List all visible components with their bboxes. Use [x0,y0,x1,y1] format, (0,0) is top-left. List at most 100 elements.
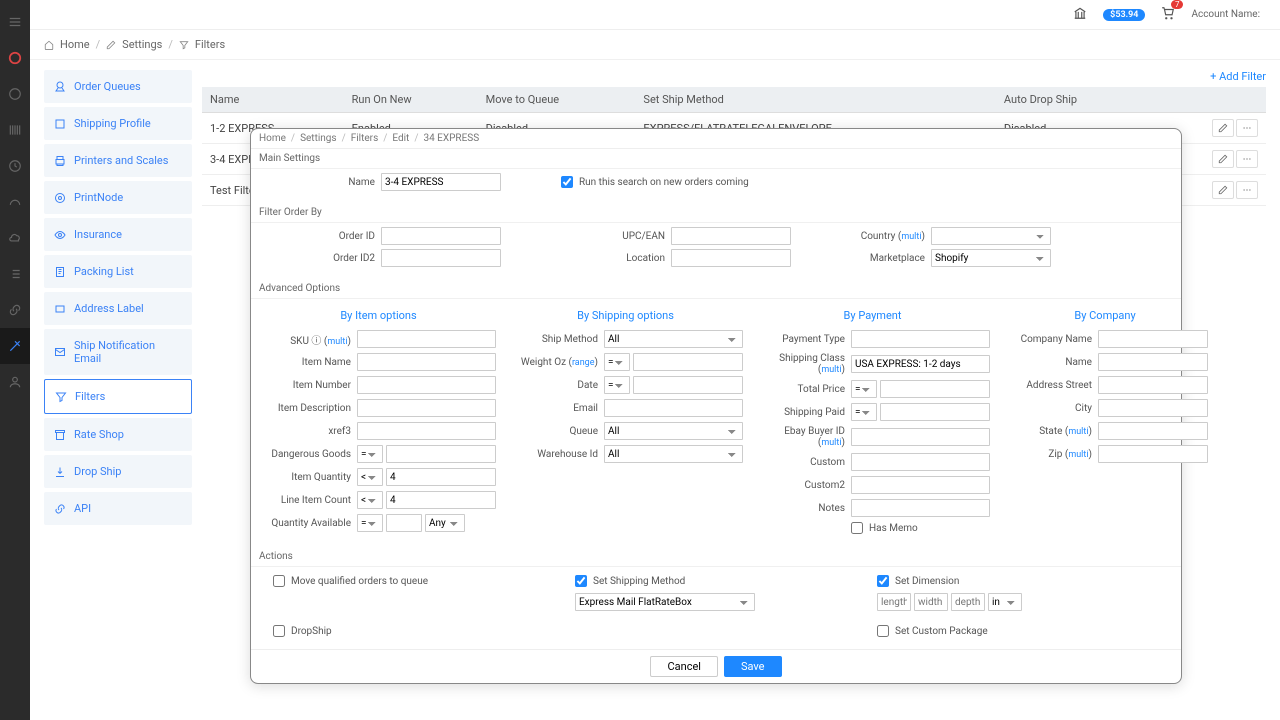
city-input[interactable] [1098,399,1208,417]
edit-icon[interactable] [1212,150,1234,168]
name-input[interactable] [381,173,501,191]
notes-input[interactable] [851,499,990,517]
avail-input[interactable] [386,514,422,532]
paid-op[interactable]: = [851,403,877,421]
marketplace-select[interactable]: Shopify [931,249,1051,267]
state-input[interactable] [1098,422,1208,440]
nav-barcode-icon[interactable] [0,112,30,148]
nav-settings-icon[interactable] [0,328,30,364]
item-number-input[interactable] [357,376,496,394]
balance-badge[interactable]: $53.94 [1103,9,1145,21]
bank-icon[interactable] [1073,6,1087,23]
xref3-input[interactable] [357,422,496,440]
avail-op[interactable]: = [357,514,383,532]
line-input[interactable] [386,491,496,509]
custom2-input[interactable] [851,476,990,494]
company-input[interactable] [1098,330,1208,348]
dropship-checkbox[interactable]: DropShip [273,625,555,637]
menu-icon[interactable] [0,4,30,40]
width-input[interactable] [914,593,948,611]
cp-name-input[interactable] [1098,353,1208,371]
more-icon[interactable] [1236,119,1258,137]
memo-checkbox[interactable]: Has Memo [851,522,918,534]
ship-method-select[interactable]: All [604,330,743,348]
sidebar-item-label: Rate Shop [74,428,124,441]
length-input[interactable] [877,593,911,611]
crumb-home[interactable]: Home [60,38,90,51]
nav-user-icon[interactable] [0,364,30,400]
country-select[interactable] [931,227,1051,245]
addr-input[interactable] [1098,376,1208,394]
shipclass-input[interactable] [851,355,990,373]
by-shipping-header: By Shipping options [508,303,743,330]
custom-input[interactable] [851,453,990,471]
nav-gauge-icon[interactable] [0,184,30,220]
nav-clock-icon[interactable] [0,148,30,184]
sidebar-item-profile[interactable]: Shipping Profile [44,107,192,140]
queue-select[interactable]: All [604,422,743,440]
nav-link-icon[interactable] [0,292,30,328]
danger-op[interactable]: = [357,445,383,463]
price-op[interactable]: = [851,380,877,398]
ebay-input[interactable] [851,428,990,446]
set-ship-checkbox[interactable]: Set Shipping Method [575,575,857,587]
sidebar-item-dropship[interactable]: Drop Ship [44,455,192,488]
sidebar-item-packing[interactable]: Packing List [44,255,192,288]
zip-input[interactable] [1098,445,1208,463]
save-button[interactable]: Save [724,656,782,677]
set-pkg-checkbox[interactable]: Set Custom Package [877,625,1159,637]
sku-input[interactable] [357,330,496,348]
nav-list-icon[interactable] [0,256,30,292]
edit-icon[interactable] [1212,119,1234,137]
warehouse-select[interactable]: All [604,445,743,463]
danger-input[interactable] [386,445,496,463]
date-input[interactable] [633,376,743,394]
paytype-input[interactable] [851,330,990,348]
actions-header: Actions [251,547,1181,567]
email-input[interactable] [604,399,743,417]
sidebar-item-insurance[interactable]: Insurance [44,218,192,251]
run-new-checkbox[interactable]: Run this search on new orders coming [561,176,749,188]
unit-select[interactable]: in [988,593,1022,611]
sidebar-item-email[interactable]: Ship Notification Email [44,329,192,375]
item-name-input[interactable] [357,353,496,371]
sidebar-item-printers[interactable]: Printers and Scales [44,144,192,177]
weight-input[interactable] [633,353,743,371]
cart-icon[interactable]: 7 [1161,6,1175,23]
more-icon[interactable] [1236,150,1258,168]
weight-op[interactable]: = [604,353,630,371]
logo-icon[interactable] [0,40,30,76]
location-input[interactable] [671,249,791,267]
move-queue-checkbox[interactable]: Move qualified orders to queue [273,575,555,587]
sidebar-item-api[interactable]: API [44,492,192,525]
name-label: Name [261,177,381,188]
date-op[interactable]: = [604,376,630,394]
cancel-button[interactable]: Cancel [650,656,717,677]
sidebar-item-rateshop[interactable]: Rate Shop [44,418,192,451]
sidebar-item-filters[interactable]: Filters [44,379,192,414]
qty-input[interactable] [386,468,496,486]
depth-input[interactable] [951,593,985,611]
col-ship: Set Ship Method [635,87,995,113]
nav-dash-icon[interactable] [0,76,30,112]
more-icon[interactable] [1236,181,1258,199]
set-dim-checkbox[interactable]: Set Dimension [877,575,1159,587]
sidebar-item-address[interactable]: Address Label [44,292,192,325]
add-filter-button[interactable]: + Add Filter [1210,70,1266,83]
sidebar-item-queues[interactable]: Order Queues [44,70,192,103]
paid-input[interactable] [880,403,990,421]
line-op[interactable]: < [357,491,383,509]
crumb-filters[interactable]: Filters [195,38,225,51]
set-ship-select[interactable]: Express Mail FlatRateBox [575,593,755,611]
nav-cloud-icon[interactable] [0,220,30,256]
qty-op[interactable]: < [357,468,383,486]
price-input[interactable] [880,380,990,398]
crumb-settings[interactable]: Settings [122,38,162,51]
avail-any[interactable]: Any [425,514,465,532]
item-desc-input[interactable] [357,399,496,417]
sidebar-item-printnode[interactable]: PrintNode [44,181,192,214]
edit-icon[interactable] [1212,181,1234,199]
order-id-input[interactable] [381,227,501,245]
upc-input[interactable] [671,227,791,245]
order-id2-input[interactable] [381,249,501,267]
